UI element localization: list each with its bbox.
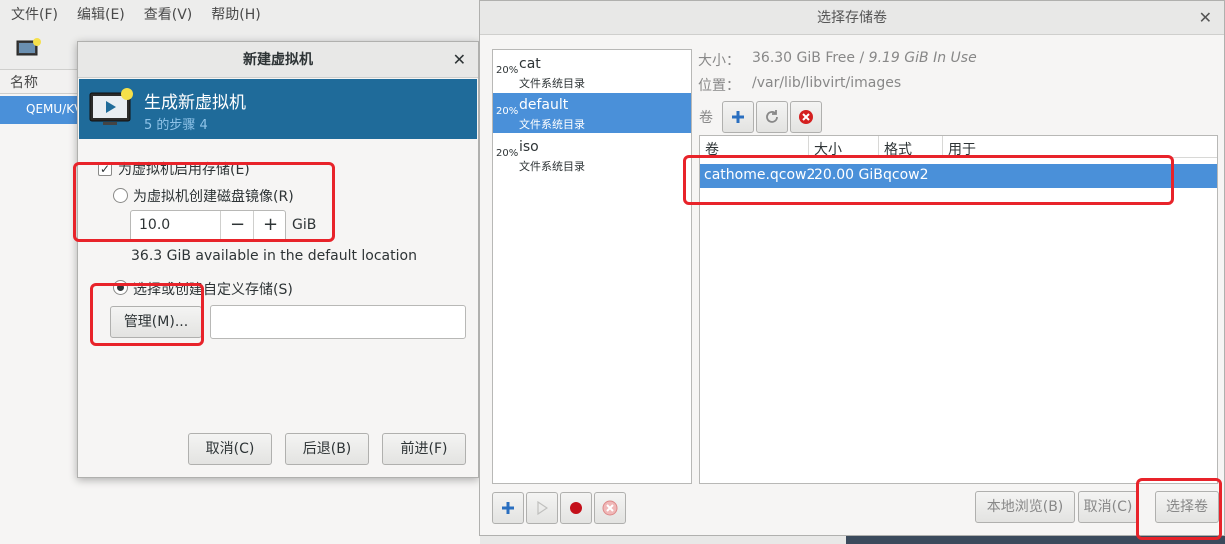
cancel-button[interactable]: 取消(C) bbox=[1078, 491, 1138, 523]
delete-icon bbox=[799, 110, 813, 124]
size-in-use: 9.19 GiB In Use bbox=[868, 50, 977, 66]
dialog-titlebar: 选择存储卷 ✕ bbox=[480, 1, 1224, 35]
size-separator: / bbox=[855, 50, 869, 66]
disk-size-unit: GiB bbox=[292, 217, 317, 233]
delete-icon bbox=[602, 500, 618, 516]
minus-icon[interactable]: − bbox=[220, 211, 254, 241]
storage-path-input[interactable] bbox=[210, 305, 466, 339]
table-row[interactable]: cathome.qcow2 20.00 GiB qcow2 bbox=[700, 164, 1217, 188]
size-value: 36.30 GiB Free / 9.19 GiB In Use bbox=[752, 50, 977, 66]
location-label: 位置： bbox=[698, 78, 740, 94]
start-pool-button[interactable] bbox=[526, 492, 558, 524]
stop-icon bbox=[570, 502, 582, 514]
connection-row[interactable]: QEMU/KVM bbox=[0, 96, 80, 124]
volume-table: 卷 大小 格式 用于 cathome.qcow2 20.00 GiB qcow2 bbox=[699, 135, 1218, 484]
menubar: 文件(F) 编辑(E) 查看(V) 帮助(H) bbox=[0, 0, 480, 28]
pool-type: 文件系统目录 bbox=[519, 118, 585, 131]
dialog-title: 选择存储卷 bbox=[817, 10, 887, 26]
menu-edit[interactable]: 编辑(E) bbox=[66, 4, 133, 24]
available-space-text: 36.3 GiB available in the default locati… bbox=[131, 248, 417, 264]
column-header-size[interactable]: 大小 bbox=[809, 136, 879, 158]
disk-size-stepper[interactable]: 10.0 − + bbox=[130, 210, 286, 242]
column-header-volume[interactable]: 卷 bbox=[700, 136, 809, 158]
disk-size-value[interactable]: 10.0 bbox=[139, 217, 170, 233]
delete-pool-button[interactable] bbox=[594, 492, 626, 524]
pool-usage: 20% bbox=[496, 106, 519, 117]
pool-usage: 20% bbox=[496, 148, 519, 159]
dialog-titlebar: 新建虚拟机 ✕ bbox=[78, 42, 478, 78]
close-icon[interactable]: ✕ bbox=[453, 50, 466, 69]
pool-name: iso bbox=[519, 139, 539, 155]
column-header-format[interactable]: 格式 bbox=[879, 136, 943, 158]
desktop-background bbox=[846, 536, 1225, 544]
plus-icon[interactable]: + bbox=[253, 211, 287, 241]
back-button[interactable]: 后退(B) bbox=[285, 433, 369, 465]
size-free: 36.30 GiB Free bbox=[752, 50, 856, 66]
stop-pool-button[interactable] bbox=[560, 492, 592, 524]
banner-title: 生成新虚拟机 bbox=[144, 93, 246, 113]
banner-step: 5 的步骤 4 bbox=[144, 118, 208, 133]
add-pool-button[interactable] bbox=[492, 492, 524, 524]
custom-storage-label: 选择或创建自定义存储(S) bbox=[133, 282, 293, 298]
manage-button[interactable]: 管理(M)... bbox=[110, 306, 202, 338]
choose-volume-dialog: 选择存储卷 ✕ 20% cat 文件系统目录 20% default 文件系统目… bbox=[479, 0, 1225, 536]
close-icon[interactable]: ✕ bbox=[1199, 8, 1212, 27]
volumes-label: 卷 bbox=[699, 110, 713, 126]
choose-volume-button[interactable]: 选择卷 bbox=[1155, 491, 1219, 523]
volume-name: cathome.qcow2 bbox=[704, 167, 816, 183]
wizard-banner: 生成新虚拟机 5 的步骤 4 bbox=[79, 79, 477, 139]
forward-button[interactable]: 前进(F) bbox=[382, 433, 466, 465]
delete-volume-button[interactable] bbox=[790, 101, 822, 133]
location-value: /var/lib/libvirt/images bbox=[752, 75, 902, 91]
new-vm-dialog: 新建虚拟机 ✕ 生成新虚拟机 5 的步骤 4 ✓ 为虚拟机启用存储(E) 为虚拟… bbox=[77, 41, 479, 478]
cancel-button[interactable]: 取消(C) bbox=[188, 433, 272, 465]
monitor-icon bbox=[89, 88, 133, 125]
play-icon bbox=[537, 500, 549, 516]
refresh-icon bbox=[766, 110, 778, 123]
size-label: 大小： bbox=[698, 53, 740, 69]
plus-icon bbox=[732, 111, 744, 123]
plus-icon bbox=[502, 502, 514, 514]
create-disk-label: 为虚拟机创建磁盘镜像(R) bbox=[133, 189, 294, 205]
volume-format: qcow2 bbox=[883, 167, 929, 183]
pool-type: 文件系统目录 bbox=[519, 160, 585, 173]
create-disk-radio[interactable] bbox=[113, 188, 128, 203]
menu-file[interactable]: 文件(F) bbox=[0, 4, 66, 24]
refresh-button[interactable] bbox=[756, 101, 788, 133]
storage-pool-list: 20% cat 文件系统目录 20% default 文件系统目录 20% is… bbox=[492, 49, 692, 484]
enable-storage-label: 为虚拟机启用存储(E) bbox=[118, 162, 250, 178]
pool-usage: 20% bbox=[496, 65, 519, 76]
pool-type: 文件系统目录 bbox=[519, 77, 585, 90]
pool-name: cat bbox=[519, 56, 541, 72]
pool-item-cat[interactable]: 20% cat 文件系统目录 bbox=[493, 52, 691, 92]
new-vm-icon[interactable] bbox=[16, 38, 42, 58]
column-header-used-by[interactable]: 用于 bbox=[943, 136, 1217, 158]
pool-item-default[interactable]: 20% default 文件系统目录 bbox=[493, 93, 691, 133]
custom-storage-radio[interactable] bbox=[113, 280, 128, 295]
pool-name: default bbox=[519, 97, 569, 113]
add-volume-button[interactable] bbox=[722, 101, 754, 133]
volume-size: 20.00 GiB bbox=[814, 167, 883, 183]
browse-local-button[interactable]: 本地浏览(B) bbox=[975, 491, 1075, 523]
pool-item-iso[interactable]: 20% iso 文件系统目录 bbox=[493, 135, 691, 175]
list-header-name[interactable]: 名称 bbox=[0, 70, 80, 94]
menu-help[interactable]: 帮助(H) bbox=[200, 4, 268, 24]
menu-view[interactable]: 查看(V) bbox=[133, 4, 201, 24]
dialog-title: 新建虚拟机 bbox=[243, 52, 313, 68]
enable-storage-checkbox[interactable]: ✓ bbox=[98, 162, 112, 176]
